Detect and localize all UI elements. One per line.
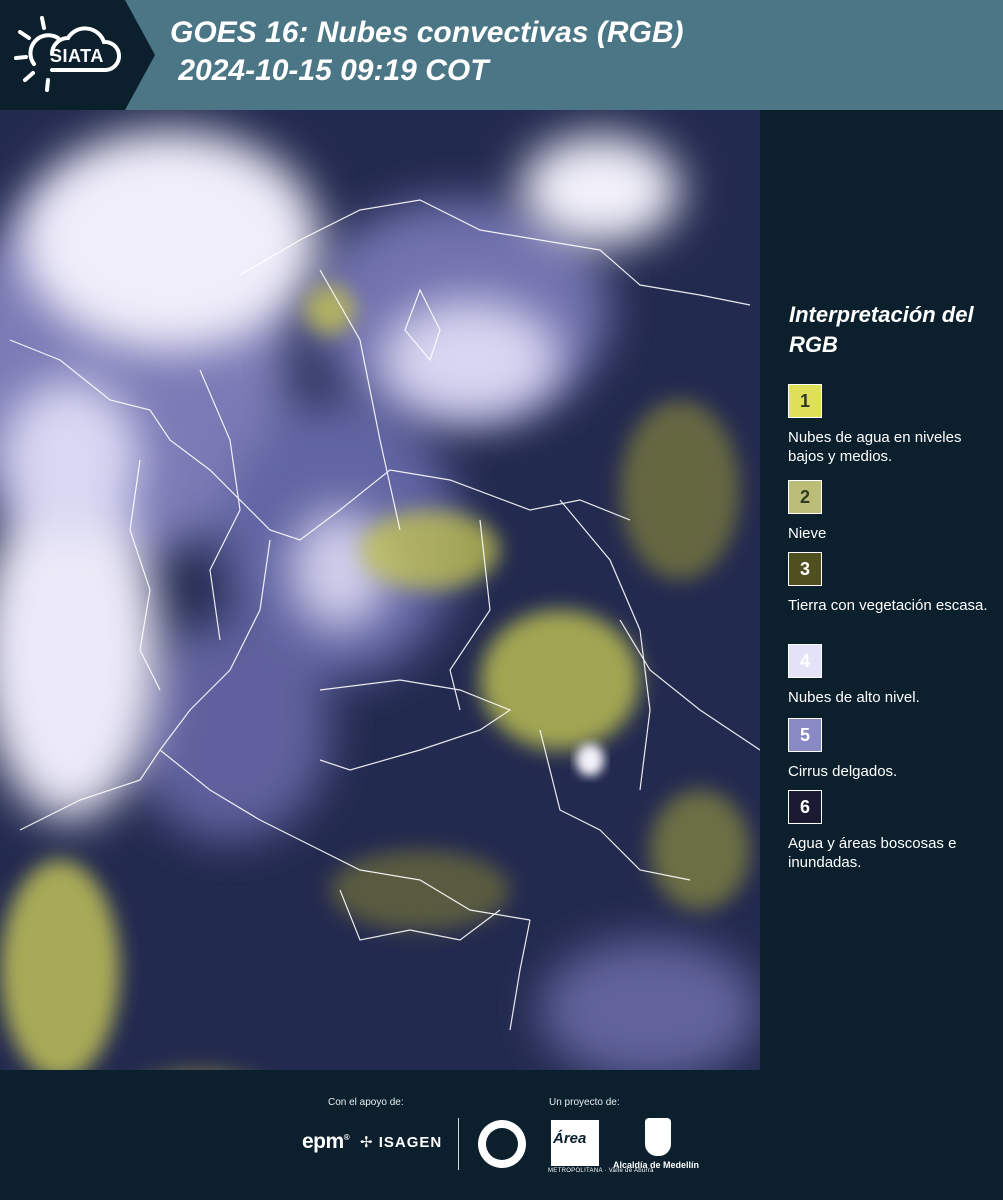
alcaldia-logo-text: Alcaldía de Medellín: [613, 1160, 700, 1170]
legend-title: Interpretación del RGB: [789, 302, 974, 357]
legend-label-4: Nubes de alto nivel.: [788, 689, 920, 706]
siata-logo[interactable]: SIATA: [0, 0, 155, 110]
isagen-logo[interactable]: ✢ ISAGEN: [360, 1133, 442, 1151]
convective-cell: [576, 744, 604, 776]
alcaldia-shield-icon[interactable]: [645, 1118, 671, 1156]
epm-logo[interactable]: epm®: [302, 1130, 350, 1154]
footer: Con el apoyo de: Un proyecto de: epm® ✢ …: [0, 1070, 1003, 1200]
epm-logo-text: epm: [302, 1130, 344, 1153]
legend-item-2: 2 Nieve: [788, 480, 988, 543]
medellin-seal-icon[interactable]: [478, 1120, 526, 1168]
satellite-map[interactable]: [0, 110, 760, 1070]
legend-swatch-5: 5: [788, 718, 822, 752]
legend-label-5: Cirrus delgados.: [788, 763, 898, 780]
legend-label-3: Tierra con vegetación escasa.: [788, 597, 988, 614]
isagen-icon: ✢: [360, 1134, 374, 1151]
legend-label-6: Agua y áreas boscosas e inundadas.: [788, 835, 957, 871]
legend-item-6: 6 Agua y áreas boscosas e inundadas.: [788, 790, 988, 872]
project-label: Un proyecto de:: [549, 1097, 620, 1108]
header: SIATA GOES 16: Nubes convectivas (RGB) 2…: [0, 0, 1003, 110]
legend-item-3: 3 Tierra con vegetación escasa.: [788, 552, 988, 615]
map-canvas: [0, 110, 760, 1070]
legend-swatch-4: 4: [788, 644, 822, 678]
legend-item-5: 5 Cirrus delgados.: [788, 718, 988, 781]
legend-label-2: Nieve: [788, 525, 827, 542]
legend-item-1: 1 Nubes de agua en niveles bajos y medio…: [788, 384, 988, 466]
legend-swatch-2: 2: [788, 480, 822, 514]
page-title: GOES 16: Nubes convectivas (RGB) 2024-10…: [170, 16, 684, 87]
legend-item-4: 4 Nubes de alto nivel.: [788, 644, 988, 707]
siata-logo-text: SIATA: [50, 46, 104, 66]
area-logo-text: Área: [553, 1130, 587, 1147]
legend-swatch-3: 3: [788, 552, 822, 586]
legend-swatch-6: 6: [788, 790, 822, 824]
legend-swatch-1: 1: [788, 384, 822, 418]
footer-divider: [458, 1118, 459, 1170]
legend-label-1: Nubes de agua en niveles bajos y medios.: [788, 429, 962, 465]
legend-panel: Interpretación del RGB 1 Nubes de agua e…: [760, 110, 1003, 1070]
isagen-logo-text: ISAGEN: [378, 1134, 443, 1151]
support-label: Con el apoyo de:: [328, 1097, 404, 1108]
